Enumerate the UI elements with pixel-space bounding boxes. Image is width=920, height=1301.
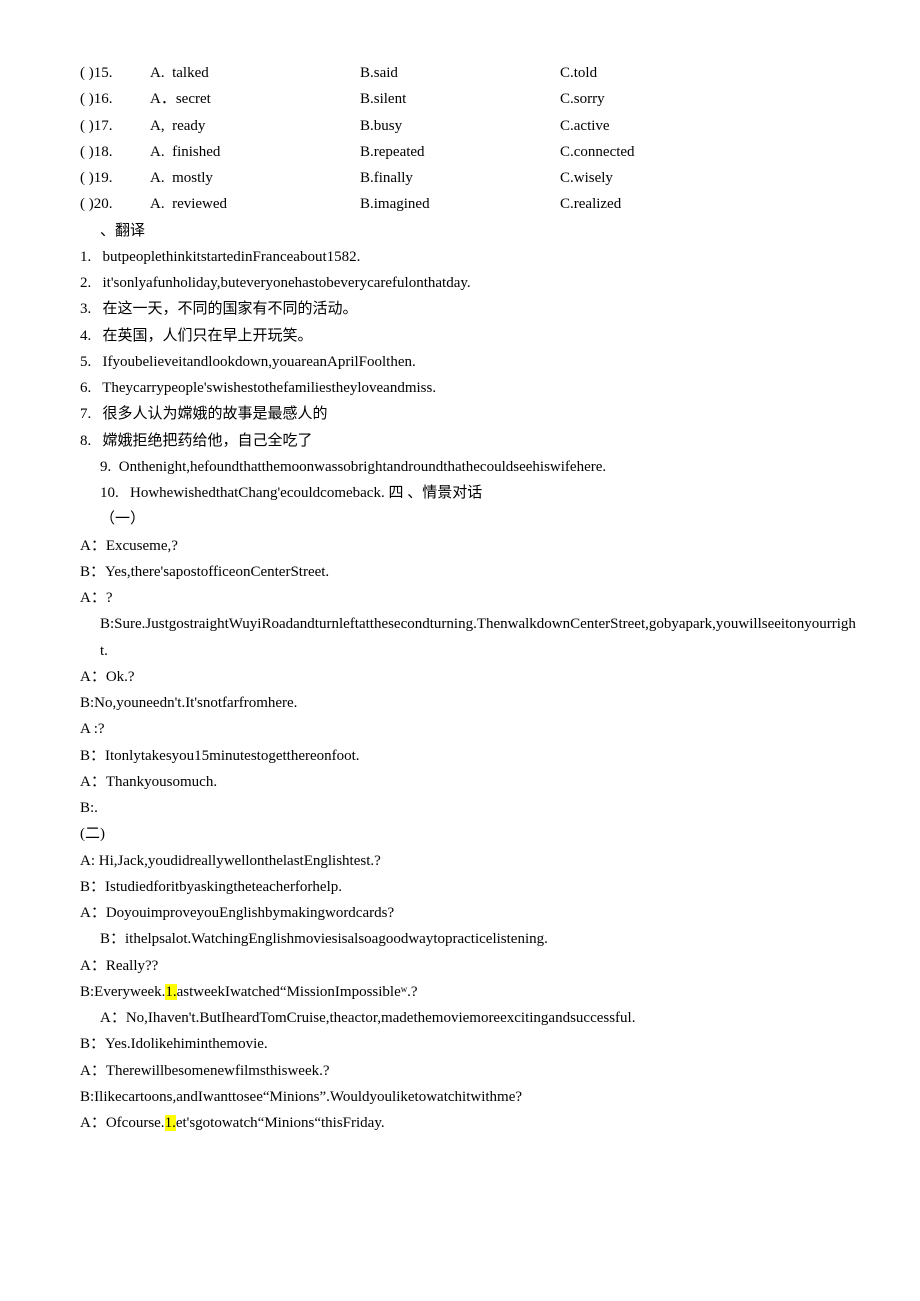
- mc-a: A. reviewed: [150, 191, 360, 217]
- trans-line: 3. 在这一天，不同的国家有不同的活动。: [80, 296, 860, 322]
- mc-c: C.connected: [560, 139, 760, 165]
- mc-row: ( )20. A. reviewed B.imagined C.realized: [80, 191, 860, 217]
- dialog-line: A：Really??: [80, 953, 860, 979]
- mc-b: B.busy: [360, 113, 560, 139]
- highlight-text: 1.: [165, 984, 176, 1000]
- mc-b: B.repeated: [360, 139, 560, 165]
- mc-c: C.sorry: [560, 86, 760, 112]
- text-run: B:Everyweek.: [80, 984, 165, 1000]
- trans-line: 9. Onthenight,hefoundthatthemoonwassobri…: [80, 454, 860, 480]
- trans-line: 2. it'sonlyafunholiday,buteveryonehastob…: [80, 270, 860, 296]
- mc-num: ( )16.: [80, 86, 150, 112]
- dialog-line: B：Yes.Idolikehiminthemovie.: [80, 1031, 860, 1057]
- mc-num: ( )17.: [80, 113, 150, 139]
- text-run: et'sgotowatch“Minions“thisFriday.: [176, 1115, 385, 1131]
- mc-a: A．secret: [150, 86, 360, 112]
- dialog-line: B:.: [80, 795, 860, 821]
- dialog-line: B:Everyweek.1.astweekIwatched“MissionImp…: [80, 979, 860, 1005]
- dialog-line: A：Ofcourse.1.et'sgotowatch“Minions“thisF…: [80, 1110, 860, 1136]
- dialog-line: B:Sure.JustgostraightWuyiRoadandturnleft…: [80, 611, 860, 664]
- highlight-text: 1.: [165, 1115, 176, 1131]
- dialog-line: B:No,youneedn't.It'snotfarfromhere.: [80, 690, 860, 716]
- mc-a: A, ready: [150, 113, 360, 139]
- section-header-translate: 、翻译: [80, 218, 860, 244]
- dialog-line: B：Itonlytakesyou15minutestogetthereonfoo…: [80, 743, 860, 769]
- mc-a: A. mostly: [150, 165, 360, 191]
- mc-c: C.told: [560, 60, 760, 86]
- trans-line: 5. Ifyoubelieveitandlookdown,youareanApr…: [80, 349, 860, 375]
- mc-b: B.finally: [360, 165, 560, 191]
- dialog-line: A：Thankyousomuch.: [80, 769, 860, 795]
- dialog-line: A: Hi,Jack,youdidreallywellonthelastEngl…: [80, 848, 860, 874]
- mc-num: ( )18.: [80, 139, 150, 165]
- trans-line: 6. Theycarrypeople'swishestothefamiliest…: [80, 375, 860, 401]
- dialog-line: B：ithelpsalot.WatchingEnglishmoviesisals…: [80, 926, 860, 952]
- mc-c: C.active: [560, 113, 760, 139]
- dialog-line: A：Ok.?: [80, 664, 860, 690]
- dialog2-header: (二): [80, 821, 860, 847]
- mc-row: ( )17. A, ready B.busy C.active: [80, 113, 860, 139]
- mc-row: ( )19. A. mostly B.finally C.wisely: [80, 165, 860, 191]
- dialog-line: A：DoyouimproveyouEnglishbymakingwordcard…: [80, 900, 860, 926]
- dialog-line: A：?: [80, 585, 860, 611]
- dialog1-header: （一）: [80, 506, 860, 532]
- dialog-line: A：No,Ihaven't.ButIheardTomCruise,theacto…: [80, 1005, 860, 1031]
- dialog-line: B：Yes,there'sapostofficeonCenterStreet.: [80, 559, 860, 585]
- mc-a: A. talked: [150, 60, 360, 86]
- dialog-line: A：Therewillbesomenewfilmsthisweek.?: [80, 1058, 860, 1084]
- mc-c: C.wisely: [560, 165, 760, 191]
- mc-a: A. finished: [150, 139, 360, 165]
- mc-row: ( )18. A. finished B.repeated C.connecte…: [80, 139, 860, 165]
- mc-num: ( )20.: [80, 191, 150, 217]
- trans-line: 7. 很多人认为嫦娥的故事是最感人的: [80, 401, 860, 427]
- mc-b: B.silent: [360, 86, 560, 112]
- dialog-line: B:Ilikecartoons,andIwanttosee“Minions”.W…: [80, 1084, 860, 1110]
- mc-b: B.imagined: [360, 191, 560, 217]
- trans-line: 4. 在英国，人们只在早上开玩笑。: [80, 323, 860, 349]
- trans-line: 8. 嫦娥拒绝把药给他，自己全吃了: [80, 428, 860, 454]
- mc-b: B.said: [360, 60, 560, 86]
- mc-row: ( )15. A. talked B.said C.told: [80, 60, 860, 86]
- dialog-line: A :?: [80, 716, 860, 742]
- trans-line: 10. HowhewishedthatChang'ecouldcomeback.…: [80, 480, 860, 506]
- text-run: A：Ofcourse.: [80, 1115, 165, 1131]
- mc-num: ( )19.: [80, 165, 150, 191]
- dialog-line: B：Istudiedforitbyaskingtheteacherforhelp…: [80, 874, 860, 900]
- mc-c: C.realized: [560, 191, 760, 217]
- mc-row: ( )16. A．secret B.silent C.sorry: [80, 86, 860, 112]
- mc-num: ( )15.: [80, 60, 150, 86]
- text-run: astweekIwatched“MissionImpossibleʷ.?: [177, 984, 418, 1000]
- trans-line: 1. butpeoplethinkitstartedinFranceabout1…: [80, 244, 860, 270]
- dialog-line: A：Excuseme,?: [80, 533, 860, 559]
